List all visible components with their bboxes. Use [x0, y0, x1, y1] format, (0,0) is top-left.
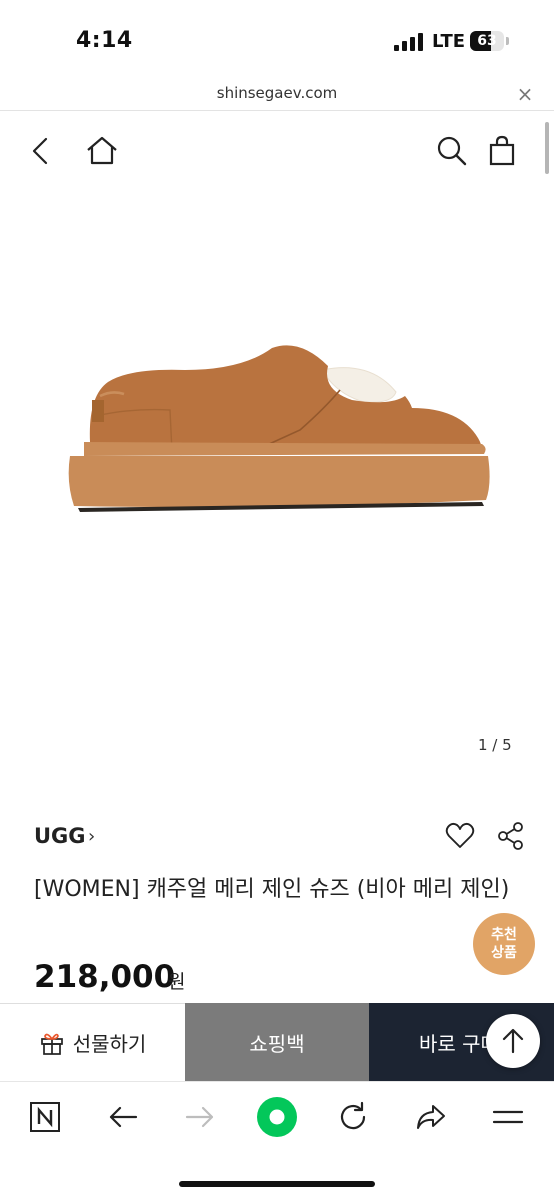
url-divider	[0, 110, 554, 111]
share-icon	[498, 822, 523, 850]
share-arrow-icon	[417, 1105, 445, 1129]
wishlist-button[interactable]	[444, 820, 476, 852]
heart-icon	[445, 822, 475, 848]
gift-label: 선물하기	[72, 1032, 147, 1056]
recommend-products-button[interactable]: 추천 상품	[473, 913, 535, 975]
back-button[interactable]	[24, 133, 60, 169]
home-indicator	[179, 1181, 375, 1187]
shopping-bag-button[interactable]	[484, 133, 520, 169]
browser-forward-button[interactable]	[182, 1099, 218, 1135]
home-icon	[87, 136, 117, 165]
url-text[interactable]: shinsegaev.com	[0, 84, 554, 102]
share-page-button[interactable]	[413, 1099, 449, 1135]
status-time: 4:14	[76, 28, 133, 53]
recommend-label-2: 상품	[491, 945, 517, 961]
reload-icon	[340, 1101, 366, 1130]
battery-icon: 63	[470, 31, 509, 51]
home-button[interactable]	[84, 133, 120, 169]
menu-button[interactable]	[490, 1099, 526, 1135]
naver-button[interactable]	[27, 1099, 63, 1135]
share-button[interactable]	[496, 820, 526, 852]
purchase-bar: 선물하기 쇼핑백 바로 구매	[0, 1003, 554, 1081]
green-dot-icon	[257, 1097, 297, 1137]
browser-back-button[interactable]	[105, 1099, 141, 1135]
reload-button[interactable]	[335, 1099, 371, 1135]
gift-icon	[40, 1033, 63, 1055]
brand-link[interactable]: UGG	[34, 824, 86, 848]
add-to-bag-button[interactable]: 쇼핑백	[185, 1003, 369, 1081]
scrollbar[interactable]	[545, 122, 549, 174]
gift-button[interactable]: 선물하기	[0, 1003, 185, 1081]
arrow-up-icon	[502, 1028, 524, 1054]
add-to-bag-label: 쇼핑백	[249, 1031, 305, 1056]
back-arrow-icon	[109, 1106, 138, 1128]
menu-icon	[492, 1110, 524, 1124]
price-unit: 원	[168, 971, 186, 993]
signal-icon	[394, 33, 424, 51]
forward-arrow-icon	[185, 1106, 214, 1128]
product-name: [WOMEN] 캐주얼 메리 제인 슈즈 (비아 메리 제인)	[34, 877, 510, 902]
green-dot-button[interactable]	[256, 1096, 298, 1138]
product-image[interactable]	[60, 330, 500, 530]
image-counter: 1 / 5	[478, 736, 512, 754]
scroll-to-top-button[interactable]	[486, 1014, 540, 1068]
shopping-bag-icon	[489, 135, 515, 166]
naver-icon	[30, 1102, 60, 1132]
recommend-label-1: 추천	[491, 927, 517, 943]
network-type: LTE	[432, 31, 466, 52]
search-button[interactable]	[434, 133, 470, 169]
battery-level: 63	[477, 33, 497, 49]
slipper-image	[68, 345, 490, 512]
product-price: 218,000	[34, 959, 176, 995]
back-icon	[32, 137, 48, 165]
close-icon[interactable]: ×	[514, 82, 536, 106]
search-icon	[437, 136, 467, 166]
chevron-right-icon[interactable]: ›	[88, 826, 95, 847]
